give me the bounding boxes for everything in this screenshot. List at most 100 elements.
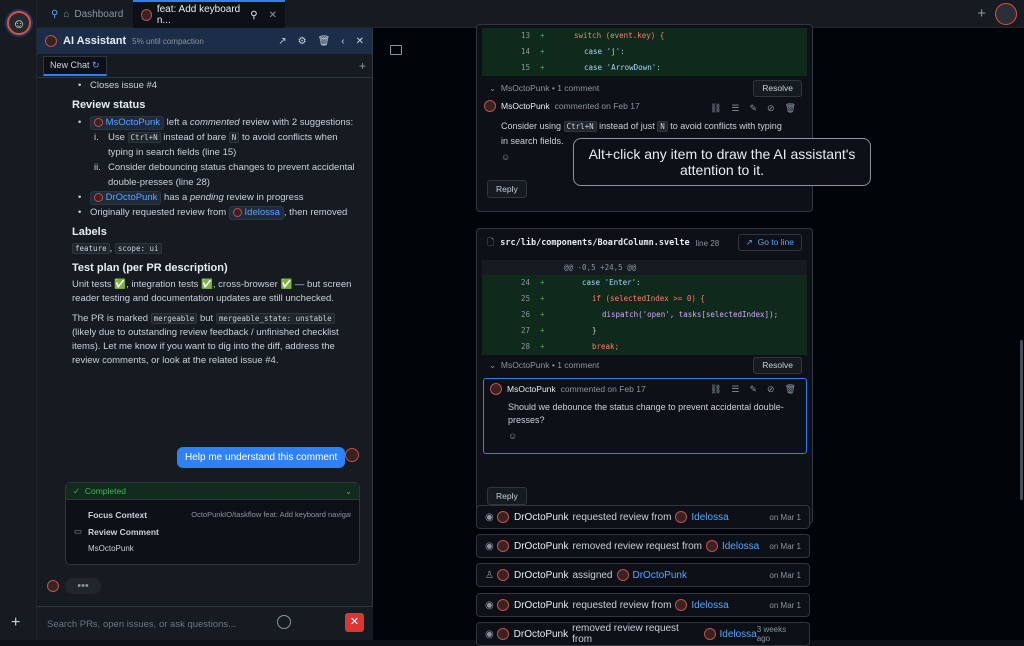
list-item: DrOctoPunk has a pending review in progr… xyxy=(72,190,359,205)
avatar xyxy=(232,207,242,217)
user-avatar xyxy=(345,448,359,462)
timeline-event[interactable]: ◉ DrOctoPunk removed review request from Id… xyxy=(476,622,810,646)
review-comment-focused[interactable]: MsOctoPunk commented on Feb 17 ⛓ ☰ ✎ ⊘ 🗑 Sho… xyxy=(483,378,807,454)
event-action: assigned xyxy=(572,569,613,581)
typing-indicator: ••• xyxy=(65,578,101,594)
eye-icon: ◉ xyxy=(485,628,494,640)
event-actor[interactable]: DrOctoPunk xyxy=(514,570,568,581)
main-scrollbar[interactable] xyxy=(1020,340,1023,500)
event-time: on Mar 1 xyxy=(769,570,801,580)
panel-title: AI Assistant xyxy=(63,35,127,47)
reply-button[interactable]: Reply xyxy=(487,180,527,198)
resolve-button[interactable]: Resolve xyxy=(753,80,802,97)
timeline-event[interactable]: ◉ DrOctoPunk requested review from Idelossa… xyxy=(476,505,810,529)
event-actor[interactable]: DrOctoPunk xyxy=(514,629,568,640)
pin-icon[interactable]: ⚲ xyxy=(250,10,257,21)
event-target[interactable]: Idelossa xyxy=(720,629,757,640)
trash-icon[interactable]: 🗑 xyxy=(785,384,796,395)
trash-icon[interactable]: 🗑 xyxy=(318,36,331,47)
compaction-status: 5% until compaction xyxy=(132,36,204,46)
trash-icon[interactable]: 🗑 xyxy=(785,103,796,114)
line-ref: line 28 xyxy=(695,238,720,248)
add-icon[interactable]: + xyxy=(11,614,20,632)
diff-line[interactable]: 13 + switch (event.key) { xyxy=(482,28,807,44)
attention-icon[interactable] xyxy=(277,615,291,629)
focus-context-label: Focus Context xyxy=(88,509,148,520)
code-text: break; xyxy=(592,342,620,352)
popout-icon[interactable]: ↗ xyxy=(278,36,286,47)
chat-tab-new[interactable]: New Chat ↻ xyxy=(43,55,107,76)
inline-code: Ctrl+N xyxy=(563,121,597,132)
closes-issue-text: Closes issue #4 xyxy=(90,80,158,91)
event-target[interactable]: DrOctoPunk xyxy=(633,570,687,581)
text: , then removed xyxy=(283,207,348,218)
hide-icon[interactable]: ⊘ xyxy=(767,384,775,395)
user-mention[interactable]: MsOctoPunk xyxy=(90,116,165,130)
event-actor[interactable]: DrOctoPunk xyxy=(514,512,568,523)
tab-dashboard[interactable]: ⚲ ⌂ Dashboard xyxy=(43,0,133,28)
diff-line[interactable]: 26 + dispatch('open', tasks[selectedIndex]… xyxy=(482,307,807,323)
text: instead of just xyxy=(599,121,655,131)
event-target[interactable]: Idelossa xyxy=(691,512,728,523)
link-icon[interactable]: ⛓ xyxy=(710,103,721,114)
timeline-event[interactable]: ◉ DrOctoPunk removed review request from Id… xyxy=(476,534,810,558)
reply-button[interactable]: Reply xyxy=(487,487,527,505)
tab-label: feat: Add keyboard n... xyxy=(156,4,241,26)
list-icon[interactable]: ☰ xyxy=(731,384,739,395)
chat-input[interactable] xyxy=(47,615,277,633)
list-icon[interactable]: ☰ xyxy=(731,103,739,114)
event-action: removed review request from xyxy=(572,623,679,645)
user-mention[interactable]: Idelossa xyxy=(228,206,284,220)
line-number: 27 xyxy=(520,326,530,336)
event-time: 3 weeks ago xyxy=(756,625,787,643)
label-chip: feature xyxy=(72,243,110,254)
close-icon[interactable]: ✕ xyxy=(356,36,364,47)
resolve-button[interactable]: Resolve xyxy=(753,357,802,374)
user-mention[interactable]: DrOctoPunk xyxy=(90,191,162,205)
event-actor[interactable]: DrOctoPunk xyxy=(514,600,568,611)
thread-header[interactable]: ⌄ MsOctoPunk • 1 comment xyxy=(489,355,599,375)
close-icon[interactable]: ✕ xyxy=(269,10,277,21)
focus-context-value: OctoPunkIO/taskflow feat: Add keyboard n… xyxy=(191,510,351,519)
event-target[interactable]: Idelossa xyxy=(691,600,728,611)
user-avatar[interactable] xyxy=(995,3,1017,25)
code-text: case 'j': xyxy=(584,47,625,57)
tab-label: Dashboard xyxy=(74,8,124,20)
event-actor[interactable]: DrOctoPunk xyxy=(514,541,568,552)
chevron-down-icon[interactable]: ⌄ xyxy=(345,486,352,497)
hide-icon[interactable]: ⊘ xyxy=(767,103,775,114)
avatar xyxy=(703,628,716,640)
tool-call-card[interactable]: ✓ Completed ⌄ Focus Context OctoPunkIO/t… xyxy=(65,482,360,565)
diff-line[interactable]: 14 + case 'j': xyxy=(482,44,807,60)
tab-pr[interactable]: feat: Add keyboard n... ⚲ ✕ xyxy=(133,0,285,28)
thread-header[interactable]: ⌄ MsOctoPunk • 1 comment xyxy=(489,78,599,98)
diff-line[interactable]: 27 +} xyxy=(482,323,807,339)
stop-button[interactable]: ✕ xyxy=(345,613,364,632)
edit-icon[interactable]: ✎ xyxy=(749,384,757,395)
edit-icon[interactable]: ✎ xyxy=(749,103,757,114)
review-status-heading: Review status xyxy=(72,99,146,111)
diff-line[interactable]: 24 + case 'Enter': xyxy=(482,275,807,291)
go-to-line-button[interactable]: ↗ Go to line xyxy=(737,234,802,251)
link-icon[interactable]: ⛓ xyxy=(710,384,721,395)
event-target[interactable]: Idelossa xyxy=(722,541,759,552)
sidebar-toggle-icon[interactable] xyxy=(390,45,402,55)
add-chat-icon[interactable]: + xyxy=(359,59,366,73)
gear-icon[interactable]: ⚙ xyxy=(298,36,307,47)
timeline-event[interactable]: ◉ DrOctoPunk requested review from Idelossa… xyxy=(476,593,810,617)
pr-diff-view: 13 + switch (event.key) { 14 + case 'j': 15 +… xyxy=(373,24,1024,646)
diff-line[interactable]: 28 + break; xyxy=(482,339,807,355)
app-logo-icon[interactable]: ☺ xyxy=(7,11,31,35)
new-tab-icon[interactable]: + xyxy=(977,5,986,22)
chat-input-bar: ✕ xyxy=(37,606,373,640)
emoji-react-icon[interactable]: ☺ xyxy=(484,431,806,441)
timeline-event[interactable]: ♙ DrOctoPunk assigned DrOctoPunk on Mar 1 xyxy=(476,563,810,587)
chevron-left-icon[interactable]: ‹ xyxy=(341,36,344,47)
diff-line[interactable]: 25 + if (selectedIndex >= 0) { xyxy=(482,291,807,307)
diff-line[interactable]: 15 + case 'ArrowDown': xyxy=(482,60,807,76)
file-path[interactable]: src/lib/components/BoardColumn.svelte xyxy=(500,238,689,248)
inline-code: N xyxy=(657,121,668,132)
tool-status-header[interactable]: ✓ Completed ⌄ xyxy=(66,483,359,500)
text: instead of bare xyxy=(163,132,227,143)
comment-body: Should we debounce the status change to … xyxy=(508,402,784,425)
